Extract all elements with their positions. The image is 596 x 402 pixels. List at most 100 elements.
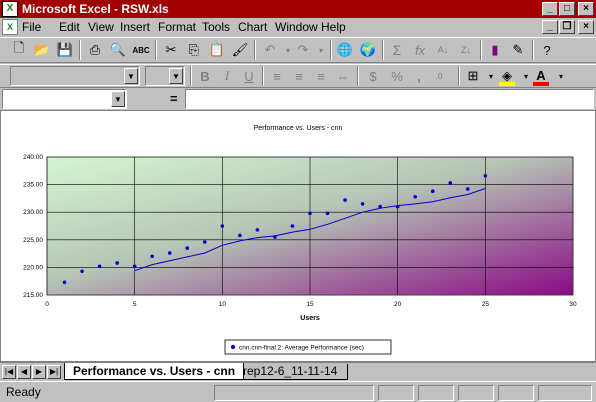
bold-icon[interactable]: B (194, 65, 216, 87)
merge-center-icon[interactable]: ⇔ (332, 65, 354, 87)
chart-legend[interactable]: cnn.cnn-final.2: Average Performance (se… (224, 339, 392, 355)
chart-area[interactable]: 215.00 220.00 225.00 230.00 235.00 240.00 0 5 10… (0, 110, 596, 362)
name-box[interactable]: ▼ (2, 89, 127, 109)
percent-icon[interactable]: % (386, 65, 408, 87)
formula-bar: ▼ = (0, 88, 596, 109)
web-toolbar-icon[interactable]: 🌍 (357, 39, 379, 61)
sheet-tab[interactable]: rep12-6_11-11-14 (233, 364, 349, 380)
prev-sheet-icon[interactable]: ◀ (17, 365, 31, 379)
first-sheet-icon[interactable]: |◀ (2, 365, 16, 379)
align-center-icon[interactable]: ≡ (288, 65, 310, 87)
sort-ascending-icon[interactable]: A↓ (432, 39, 454, 61)
print-icon[interactable]: ⎙ (84, 39, 106, 61)
open-icon[interactable]: 📂 (31, 39, 53, 61)
underline-icon[interactable]: U (238, 65, 260, 87)
print-preview-icon[interactable]: 🔍 (107, 39, 129, 61)
data-point (395, 204, 400, 209)
data-point (273, 235, 277, 239)
doc-restore-button[interactable]: ❐ (559, 20, 575, 34)
menu-tools[interactable]: Tools (202, 20, 230, 34)
performance-chart[interactable]: 215.00 220.00 225.00 230.00 235.00 240.00 0 5 10… (1, 111, 595, 361)
font-color-icon[interactable]: A (530, 65, 552, 87)
x-tick-label: 25 (482, 301, 490, 308)
data-point (413, 194, 418, 199)
document-icon[interactable]: X (2, 19, 18, 35)
italic-icon[interactable]: I (216, 65, 238, 87)
spelling-icon[interactable]: ABC (130, 39, 152, 61)
y-tick-label: 220.00 (23, 264, 43, 271)
data-point (203, 240, 207, 244)
menu-view[interactable]: View (88, 20, 114, 34)
data-point (308, 211, 312, 216)
paste-function-icon[interactable]: fx (409, 39, 431, 61)
menu-file[interactable]: File (22, 20, 41, 34)
data-point (483, 173, 488, 178)
data-point (150, 254, 154, 259)
save-icon[interactable]: 💾 (54, 39, 76, 61)
data-point (132, 264, 137, 269)
data-point (167, 251, 172, 255)
autosum-icon[interactable]: Σ (386, 39, 408, 61)
menu-insert[interactable]: Insert (120, 20, 150, 34)
align-left-icon[interactable]: ≡ (266, 65, 288, 87)
x-tick-label: 10 (219, 301, 227, 308)
sort-descending-icon[interactable]: Z↓ (455, 39, 477, 61)
status-bar: Ready (0, 381, 596, 402)
menu-help[interactable]: Help (321, 20, 346, 34)
font-name-combo[interactable]: ▼ (10, 66, 140, 86)
excel-app-icon[interactable]: X (2, 1, 18, 17)
font-color-dropdown-icon[interactable]: ▾ (550, 65, 572, 87)
data-point (80, 269, 84, 274)
edit-formula-button[interactable]: = (170, 91, 178, 106)
copy-icon[interactable]: ⎘ (183, 39, 205, 61)
paste-icon[interactable]: 📋 (206, 39, 228, 61)
currency-icon[interactable]: $ (362, 65, 384, 87)
status-panel (418, 385, 454, 401)
next-sheet-icon[interactable]: ▶ (32, 365, 46, 379)
increase-decimal-icon[interactable]: .0 (428, 65, 450, 87)
hyperlink-icon[interactable]: 🌐 (334, 39, 356, 61)
y-tick-label: 240.00 (23, 154, 43, 161)
standard-toolbar: 🗋 📂 💾 ⎙ 🔍 ABC ✂ ⎘ 📋 🖌 ↶ ▾ ↷ ▾ 🌐 🌍 Σ fx A… (0, 37, 596, 63)
menu-edit[interactable]: Edit (59, 20, 80, 34)
data-point (220, 224, 225, 228)
cut-icon[interactable]: ✂ (160, 39, 182, 61)
data-point (62, 280, 67, 285)
close-button[interactable]: × (578, 2, 594, 16)
status-panel (498, 385, 534, 401)
maximize-button[interactable]: □ (559, 2, 575, 16)
office-assistant-icon[interactable]: ? (536, 39, 558, 61)
x-tick-label: 15 (306, 301, 314, 308)
font-size-combo[interactable]: ▼ (145, 66, 185, 86)
data-point (97, 264, 102, 269)
status-text: Ready (6, 385, 41, 399)
formatting-toolbar: ▼ ▼ B I U ≡ ≡ ≡ ⇔ $ % , .0 ⊞ ▾ ◈ ▾ A ▾ (0, 64, 596, 88)
chart-title[interactable]: Performance vs. Users - cnn (254, 125, 343, 132)
menu-chart[interactable]: Chart (238, 20, 267, 34)
menu-format[interactable]: Format (158, 20, 196, 34)
data-point (430, 189, 435, 194)
new-icon[interactable]: 🗋 (8, 39, 30, 61)
redo-dropdown-icon[interactable]: ▾ (310, 39, 332, 61)
title-bar: X Microsoft Excel - RSW.xls _ □ × (0, 0, 596, 18)
last-sheet-icon[interactable]: ▶| (47, 365, 61, 379)
sheet-tab-active[interactable]: Performance vs. Users - cnn (64, 363, 245, 380)
data-point (238, 233, 242, 238)
chart-wizard-icon[interactable]: ▮ (484, 39, 506, 61)
comma-style-icon[interactable]: , (408, 65, 430, 87)
drawing-icon[interactable]: ✎ (507, 39, 529, 61)
data-point (448, 181, 453, 185)
x-axis-title[interactable]: Users (300, 315, 320, 322)
y-tick-label: 225.00 (23, 237, 43, 244)
status-panel (458, 385, 494, 401)
data-point (360, 202, 365, 206)
minimize-button[interactable]: _ (542, 2, 558, 16)
menu-window[interactable]: Window (275, 20, 318, 34)
format-painter-icon[interactable]: 🖌 (229, 39, 251, 61)
align-right-icon[interactable]: ≡ (310, 65, 332, 87)
doc-minimize-button[interactable]: _ (542, 20, 558, 34)
legend-entry: cnn.cnn-final.2: Average Performance (se… (239, 345, 364, 352)
y-tick-label: 235.00 (23, 182, 43, 189)
doc-close-button[interactable]: × (578, 20, 594, 34)
formula-input[interactable] (185, 89, 594, 109)
